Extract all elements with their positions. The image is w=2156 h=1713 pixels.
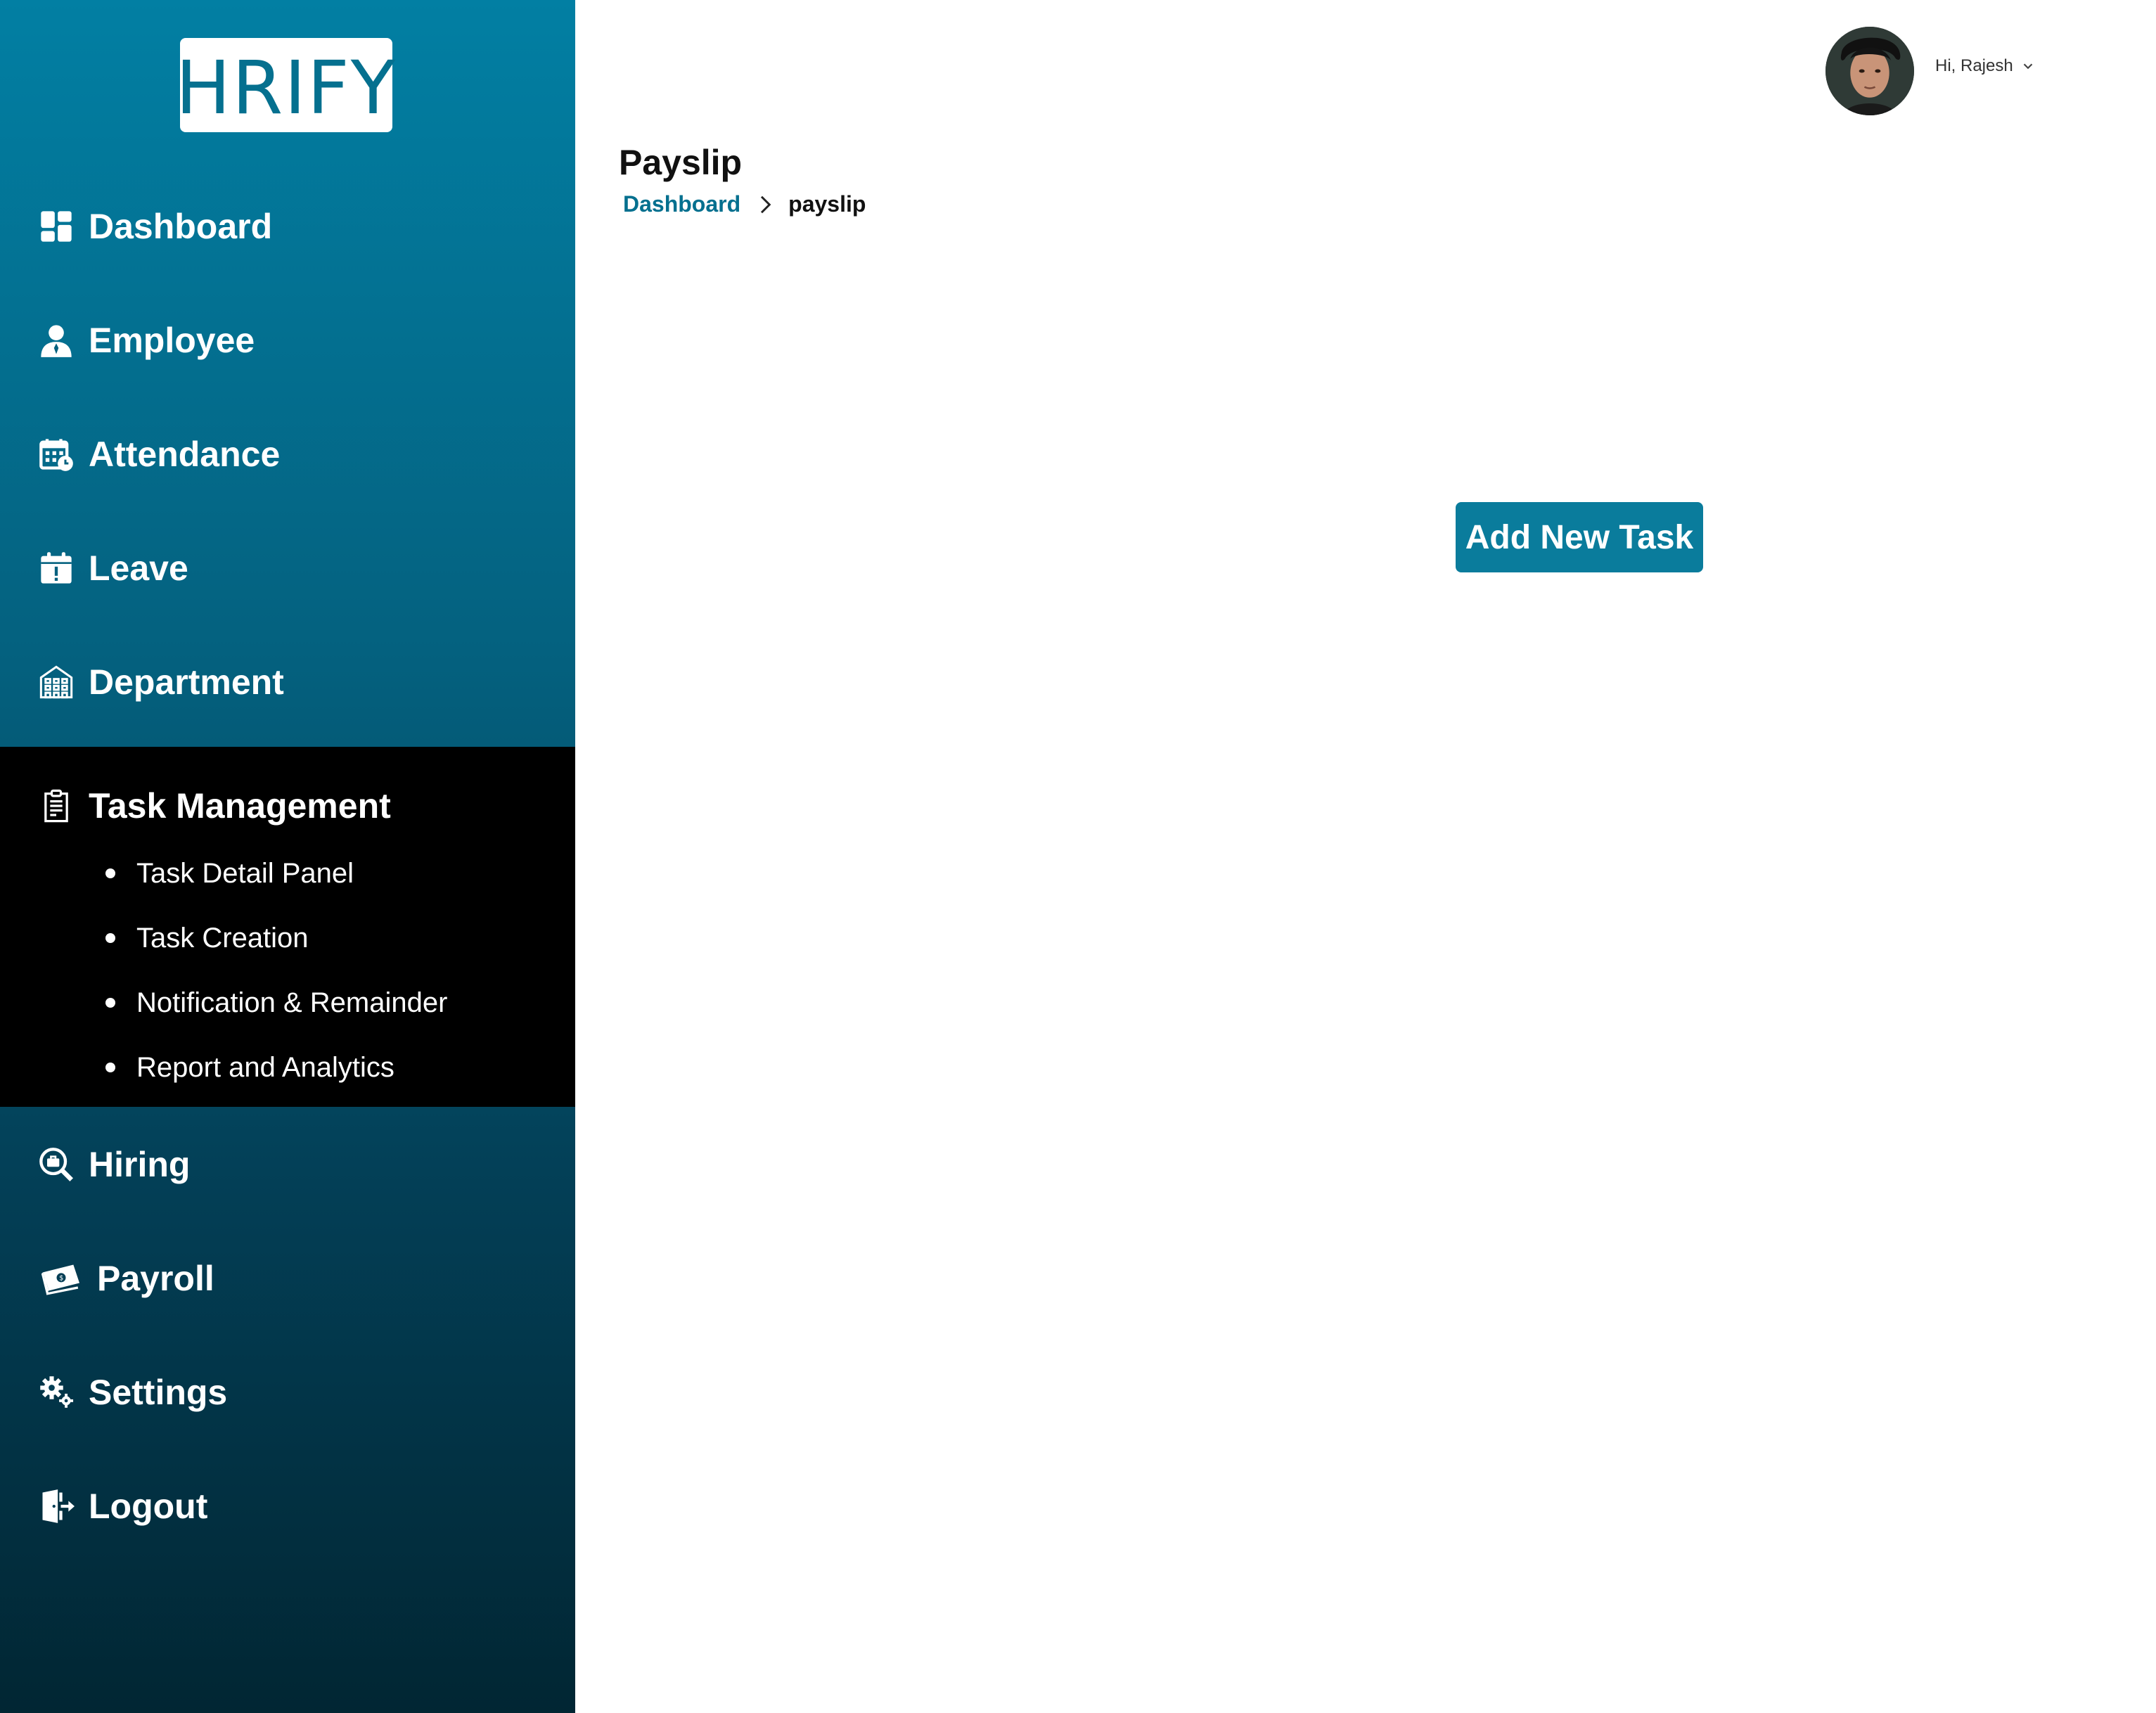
logo[interactable]: HRIFY bbox=[176, 38, 395, 132]
bullet bbox=[105, 933, 115, 943]
subitem-report-analytics[interactable]: Report and Analytics bbox=[105, 1046, 394, 1089]
sidebar-item-label: Leave bbox=[89, 548, 188, 588]
user-menu[interactable]: Hi, Rajesh bbox=[1935, 56, 2036, 76]
bullet bbox=[105, 868, 115, 878]
sidebar: HRIFY Dashboard Employee Attendance Leav… bbox=[0, 0, 575, 1713]
logo-text: HRIFY bbox=[175, 45, 397, 131]
gears-icon bbox=[37, 1373, 76, 1412]
breadcrumb-current: payslip bbox=[788, 191, 866, 217]
sidebar-item-label: Attendance bbox=[89, 435, 281, 474]
subitem-label: Task Detail Panel bbox=[136, 857, 354, 889]
sidebar-item-label: Dashboard bbox=[89, 207, 273, 246]
sidebar-item-task-management[interactable]: Task Management bbox=[0, 772, 575, 840]
breadcrumb-dashboard-link[interactable]: Dashboard bbox=[623, 191, 740, 217]
avatar[interactable] bbox=[1825, 27, 1914, 115]
subitem-label: Notification & Remainder bbox=[136, 987, 448, 1018]
sidebar-item-hiring[interactable]: Hiring bbox=[0, 1131, 575, 1198]
chevron-right-icon bbox=[761, 195, 771, 213]
sidebar-item-leave[interactable]: Leave bbox=[0, 534, 575, 602]
sidebar-item-logout[interactable]: Logout bbox=[0, 1473, 575, 1540]
svg-text:$: $ bbox=[59, 1275, 63, 1283]
sidebar-item-label: Department bbox=[89, 662, 284, 702]
sidebar-item-label: Logout bbox=[89, 1487, 208, 1526]
calendar-alert-icon bbox=[37, 548, 76, 588]
chevron-down-icon bbox=[2023, 63, 2032, 70]
subitem-label: Report and Analytics bbox=[136, 1051, 394, 1083]
task-management-group: Task Management Task Detail Panel Task C… bbox=[0, 747, 575, 1107]
sidebar-item-label: Settings bbox=[89, 1373, 228, 1412]
breadcrumb: Dashboard payslip bbox=[623, 191, 866, 217]
dashboard-icon bbox=[37, 207, 76, 246]
subitem-task-creation[interactable]: Task Creation bbox=[105, 917, 309, 959]
sidebar-item-label: Task Management bbox=[89, 786, 391, 826]
bullet bbox=[105, 998, 115, 1008]
logout-door-icon bbox=[37, 1487, 76, 1526]
sidebar-item-attendance[interactable]: Attendance bbox=[0, 421, 575, 488]
add-new-task-button[interactable]: Add New Task bbox=[1456, 502, 1703, 572]
calendar-clock-icon bbox=[37, 435, 76, 474]
sidebar-item-employee[interactable]: Employee bbox=[0, 307, 575, 374]
sidebar-item-settings[interactable]: Settings bbox=[0, 1359, 575, 1426]
user-greeting: Hi, Rajesh bbox=[1935, 56, 2013, 75]
sidebar-item-label: Employee bbox=[89, 321, 255, 360]
bullet bbox=[105, 1063, 115, 1072]
subitem-notification-remainder[interactable]: Notification & Remainder bbox=[105, 982, 447, 1024]
sidebar-item-department[interactable]: Department bbox=[0, 648, 575, 716]
sidebar-item-label: Hiring bbox=[89, 1145, 191, 1184]
money-icon: $ bbox=[38, 1259, 84, 1298]
search-briefcase-icon bbox=[37, 1145, 76, 1184]
page-title: Payslip bbox=[619, 143, 743, 182]
person-icon bbox=[37, 321, 76, 360]
subitem-label: Task Creation bbox=[136, 922, 309, 954]
building-icon bbox=[37, 662, 76, 702]
subitem-task-detail-panel[interactable]: Task Detail Panel bbox=[105, 852, 354, 894]
sidebar-item-payroll[interactable]: $ Payroll bbox=[0, 1245, 575, 1312]
sidebar-item-label: Payroll bbox=[97, 1259, 214, 1298]
clipboard-icon bbox=[37, 786, 76, 826]
sidebar-item-dashboard[interactable]: Dashboard bbox=[0, 193, 575, 260]
